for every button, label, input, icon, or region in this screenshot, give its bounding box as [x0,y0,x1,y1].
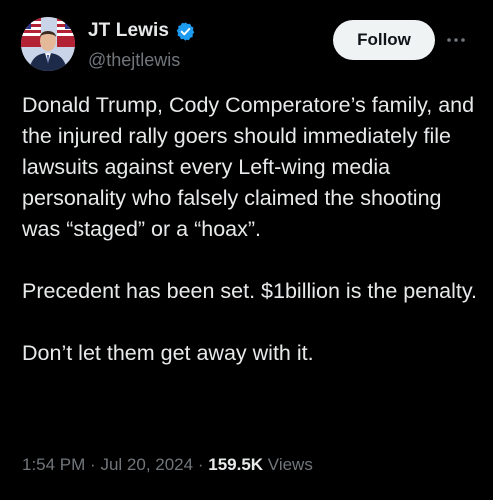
tweet-paragraph: Don’t let them get away with it. [22,341,314,365]
author-name-row: JT Lewis [88,20,196,42]
verified-badge-icon [175,21,196,42]
views-count[interactable]: 159.5K [208,455,263,474]
tweet-paragraph: Precedent has been set. $1billion is the… [22,279,477,303]
tweet-meta: 1:54 PM · Jul 20, 2024 · 159.5K Views [22,455,313,475]
tweet-date[interactable]: Jul 20, 2024 [100,455,193,474]
follow-button[interactable]: Follow [333,20,435,60]
meta-separator: · [90,455,96,474]
avatar[interactable] [21,17,75,71]
author-display-name[interactable]: JT Lewis [88,20,169,42]
author-handle[interactable]: @thejtlewis [88,50,180,71]
more-horizontal-icon[interactable] [444,28,468,52]
meta-separator: · [197,455,204,474]
tweet-text: Donald Trump, Cody Comperatore’s family,… [22,90,482,400]
tweet-card: JT Lewis @thejtlewis Follow Donald Trump… [0,0,493,500]
tweet-paragraph: Donald Trump, Cody Comperatore’s family,… [22,93,475,241]
tweet-time[interactable]: 1:54 PM [22,455,85,474]
avatar-image [21,17,75,71]
views-label: Views [267,455,313,474]
